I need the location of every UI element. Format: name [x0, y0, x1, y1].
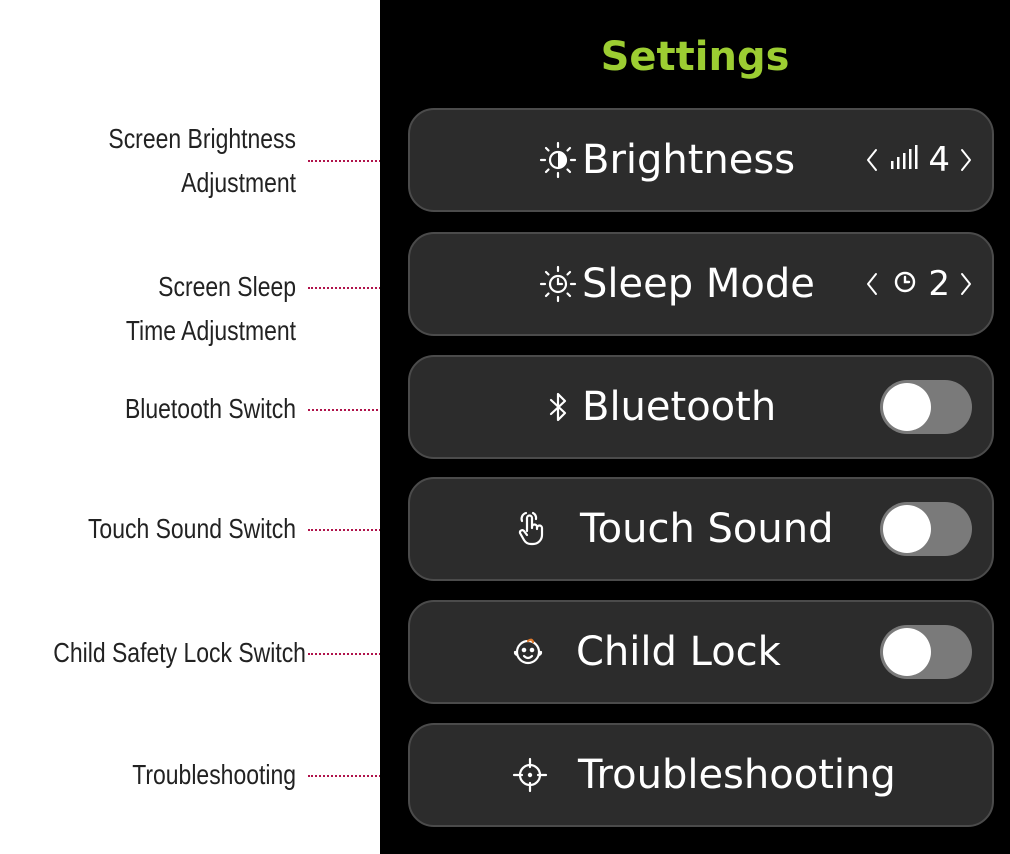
chevron-right-icon[interactable] — [956, 145, 976, 175]
annotation-touch-sound: Touch Sound Switch — [53, 507, 296, 551]
sleep-mode-stepper: 2 — [862, 264, 976, 304]
screen-title: Settings — [600, 34, 790, 80]
brightness-icon — [536, 138, 580, 182]
signal-bars-icon — [888, 143, 922, 177]
settings-screen: Settings Brightness 4 Sleep Mode 2 Bluet… — [380, 0, 1010, 854]
child-lock-toggle[interactable] — [880, 625, 972, 679]
row-touch-sound[interactable]: Touch Sound — [408, 477, 994, 581]
page: Screen Brightness Adjustment Screen Slee… — [0, 0, 1010, 854]
annotation-line: Troubleshooting — [132, 759, 296, 790]
annotation-troubleshooting: Troubleshooting — [53, 753, 296, 797]
row-sleep-mode[interactable]: Sleep Mode 2 — [408, 232, 994, 336]
touch-hand-icon — [510, 507, 554, 551]
annotation-child-lock: Child Safety Lock Switch — [53, 631, 306, 675]
toggle-knob — [883, 383, 931, 431]
annotation-bluetooth: Bluetooth Switch — [53, 387, 296, 431]
annotation-line: Touch Sound Switch — [87, 513, 296, 544]
row-label-troubleshooting: Troubleshooting — [578, 752, 896, 798]
annotation-line: Adjustment — [181, 167, 296, 198]
annotation-brightness: Screen Brightness Adjustment — [53, 117, 296, 205]
row-child-lock[interactable]: Child Lock — [408, 600, 994, 704]
row-troubleshooting[interactable]: Troubleshooting — [408, 723, 994, 827]
sleep-mode-value: 2 — [928, 264, 950, 304]
row-label-brightness: Brightness — [582, 137, 796, 183]
chevron-left-icon[interactable] — [862, 145, 882, 175]
child-face-icon — [506, 630, 550, 674]
row-brightness[interactable]: Brightness 4 — [408, 108, 994, 212]
row-bluetooth[interactable]: Bluetooth — [408, 355, 994, 459]
brightness-stepper: 4 — [862, 140, 976, 180]
toggle-knob — [883, 628, 931, 676]
clock-icon — [888, 267, 922, 301]
annotation-line: Time Adjustment — [125, 315, 296, 346]
brightness-value: 4 — [928, 140, 950, 180]
bluetooth-icon — [536, 385, 580, 429]
annotation-line: Bluetooth Switch — [124, 393, 296, 424]
annotation-line: Screen Brightness — [108, 123, 296, 154]
annotation-line: Child Safety Lock Switch — [53, 637, 306, 668]
toggle-knob — [883, 505, 931, 553]
annotation-line: Screen Sleep — [158, 271, 296, 302]
chevron-right-icon[interactable] — [956, 269, 976, 299]
crosshair-icon — [508, 753, 552, 797]
row-label-touch-sound: Touch Sound — [580, 506, 834, 552]
touch-sound-toggle[interactable] — [880, 502, 972, 556]
row-label-bluetooth: Bluetooth — [582, 384, 777, 430]
sleep-timer-icon — [536, 262, 580, 306]
row-label-child-lock: Child Lock — [576, 629, 781, 675]
chevron-left-icon[interactable] — [862, 269, 882, 299]
row-label-sleep-mode: Sleep Mode — [582, 261, 815, 307]
annotation-sleep: Screen Sleep Time Adjustment — [53, 265, 296, 353]
bluetooth-toggle[interactable] — [880, 380, 972, 434]
